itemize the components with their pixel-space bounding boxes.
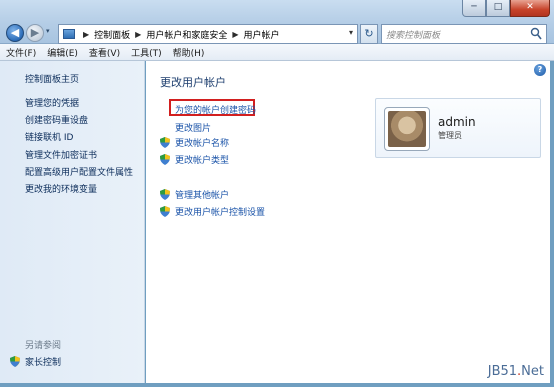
- main-content: ? 更改用户帐户 为您的帐户创建密码 更改图片 更改帐户名称 更改帐户类型 管理…: [146, 61, 550, 383]
- refresh-button[interactable]: ↻: [360, 24, 378, 44]
- breadcrumb-user-accounts-family-safety[interactable]: 用户帐户和家庭安全: [146, 28, 227, 41]
- user-account-card: admin 管理员: [375, 98, 541, 158]
- recent-pages-dropdown-icon[interactable]: ▾: [46, 27, 56, 39]
- search-placeholder: 搜索控制面板: [386, 30, 441, 41]
- forward-button[interactable]: ▶: [26, 24, 44, 42]
- breadcrumb-separator-icon[interactable]: ▶: [83, 30, 89, 39]
- watermark-suffix: Net: [521, 364, 544, 379]
- manage-other-accounts-label[interactable]: 管理其他帐户: [175, 188, 229, 201]
- shield-icon: [160, 154, 170, 165]
- change-picture-link[interactable]: 更改图片: [175, 121, 211, 134]
- sidebar-item-manage-credentials[interactable]: 管理您的凭据: [25, 96, 79, 109]
- change-account-name-label[interactable]: 更改帐户名称: [175, 136, 229, 149]
- menu-help[interactable]: 帮助(H): [173, 46, 205, 59]
- see-also-heading: 另请参阅: [25, 341, 62, 351]
- change-account-type-label[interactable]: 更改帐户类型: [175, 153, 229, 166]
- cat-picture-icon: [388, 111, 426, 147]
- change-account-name-link[interactable]: 更改帐户名称: [160, 136, 229, 149]
- menu-bar: 文件(F) 编辑(E) 查看(V) 工具(T) 帮助(H): [0, 44, 554, 61]
- manage-other-accounts-link[interactable]: 管理其他帐户: [160, 188, 229, 201]
- uac-settings-link[interactable]: 更改用户帐户控制设置: [160, 205, 265, 218]
- shield-icon: [160, 137, 170, 148]
- menu-file[interactable]: 文件(F): [6, 46, 36, 59]
- maximize-button[interactable]: □: [486, 0, 510, 17]
- close-button[interactable]: ✕: [510, 0, 550, 17]
- title-bar: ─ □ ✕ ◀ ▶ ▾ ▶ 控制面板 ▶ 用户帐户和家庭安全 ▶ 用户帐户 ▾ …: [0, 0, 554, 44]
- address-bar[interactable]: ▶ 控制面板 ▶ 用户帐户和家庭安全 ▶ 用户帐户 ▾: [58, 24, 358, 44]
- sidebar-item-environment-variables[interactable]: 更改我的环境变量: [25, 182, 97, 195]
- sidebar: 控制面板主页 管理您的凭据 创建密码重设盘 链接联机 ID 管理文件加密证书 配…: [0, 61, 145, 383]
- watermark: JB51.Net: [488, 364, 544, 379]
- window-controls: ─ □ ✕: [462, 0, 550, 17]
- breadcrumb-user-accounts[interactable]: 用户帐户: [244, 28, 280, 41]
- uac-settings-label[interactable]: 更改用户帐户控制设置: [175, 205, 265, 218]
- shield-icon: [10, 356, 20, 367]
- help-icon[interactable]: ?: [534, 64, 546, 76]
- sidebar-item-create-reset-disk[interactable]: 创建密码重设盘: [25, 113, 88, 126]
- minimize-button[interactable]: ─: [462, 0, 486, 17]
- page-title: 更改用户帐户: [160, 76, 226, 89]
- sidebar-item-link-online-id[interactable]: 链接联机 ID: [25, 130, 73, 143]
- breadcrumb-separator-icon[interactable]: ▶: [135, 30, 141, 39]
- parental-controls-label[interactable]: 家长控制: [25, 355, 61, 368]
- breadcrumb-separator-icon[interactable]: ▶: [232, 30, 238, 39]
- back-button[interactable]: ◀: [6, 24, 24, 42]
- avatar: [384, 107, 430, 151]
- menu-view[interactable]: 查看(V): [89, 46, 120, 59]
- user-name: admin: [438, 115, 476, 129]
- shield-icon: [160, 206, 170, 217]
- create-password-link[interactable]: 为您的帐户创建密码: [175, 103, 256, 116]
- breadcrumb-control-panel[interactable]: 控制面板: [94, 28, 130, 41]
- sidebar-item-parental-controls[interactable]: 家长控制: [10, 355, 61, 368]
- sidebar-item-encryption-certificates[interactable]: 管理文件加密证书: [25, 148, 97, 161]
- sidebar-item-advanced-profile[interactable]: 配置高级用户配置文件属性: [25, 165, 133, 178]
- sidebar-control-panel-home[interactable]: 控制面板主页: [25, 72, 79, 85]
- control-panel-icon: [63, 29, 75, 39]
- menu-edit[interactable]: 编辑(E): [47, 46, 78, 59]
- search-input[interactable]: 搜索控制面板: [381, 24, 547, 44]
- search-icon[interactable]: [530, 27, 542, 41]
- address-dropdown-icon[interactable]: ▾: [349, 28, 353, 37]
- user-role: 管理员: [438, 131, 462, 140]
- change-account-type-link[interactable]: 更改帐户类型: [160, 153, 229, 166]
- menu-tools[interactable]: 工具(T): [131, 46, 162, 59]
- watermark-prefix: JB51: [487, 364, 518, 379]
- shield-icon: [160, 189, 170, 200]
